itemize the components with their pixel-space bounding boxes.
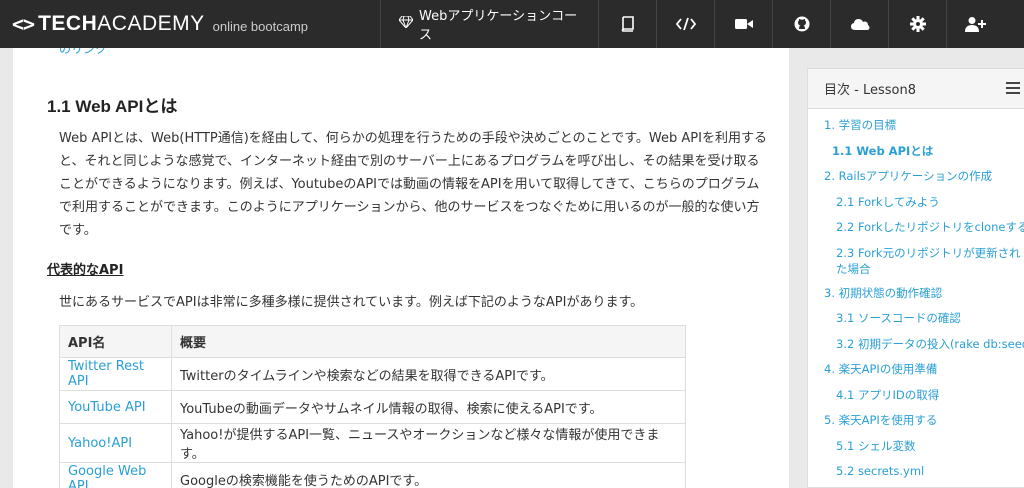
toc-item[interactable]: 2.3 Fork元のリポジトリが更新された場合 — [808, 241, 1024, 281]
video-icon[interactable] — [714, 0, 772, 48]
api-description: Yahoo!が提供するAPI一覧、ニュースやオークションなど様々な情報が使用でき… — [171, 423, 686, 463]
toc-item[interactable]: 5.2 secrets.yml — [808, 459, 1024, 485]
logo-academy-text: ACADEMY — [97, 12, 205, 35]
table-row: Twitter Rest API Twitterのタイムラインや検索などの結果を… — [59, 357, 686, 391]
github-icon[interactable] — [772, 0, 830, 48]
toc-title: 目次 - Lesson8 — [824, 83, 916, 98]
api-paragraph: 世にあるサービスでAPIは非常に多種多様に提供されています。例えば下記のようなA… — [59, 295, 644, 310]
toc-item[interactable]: 2.1 Forkしてみよう — [808, 190, 1024, 216]
book-icon[interactable] — [598, 0, 656, 48]
api-name-link[interactable]: Twitter Rest API — [59, 357, 172, 391]
toc-item[interactable]: 1. 学習の目標 — [808, 113, 1024, 139]
subheading: 代表的なAPI — [47, 263, 124, 278]
api-table: API名 概要 Twitter Rest API Twitterのタイムラインや… — [59, 325, 686, 488]
prev-section-link[interactable]: のリンク — [59, 48, 107, 57]
table-of-contents: 目次 - Lesson8 1. 学習の目標 1.1 Web APIとは 2. Rai… — [807, 68, 1024, 488]
toc-item[interactable]: 1.1 Web APIとは — [808, 139, 1024, 165]
logo-mark: <> — [12, 12, 35, 36]
api-description: Twitterのタイムラインや検索などの結果を取得できるAPIです。 — [171, 357, 686, 391]
toc-item[interactable]: 2. Railsアプリケーションの作成 — [808, 164, 1024, 190]
toc-header: 目次 - Lesson8 — [808, 69, 1024, 109]
column-header-summary: 概要 — [171, 325, 686, 358]
course-link[interactable]: Webアプリケーションコース — [380, 0, 598, 48]
gear-icon[interactable] — [888, 0, 946, 48]
logo-tech-text: TECH — [38, 12, 98, 35]
logo-subtitle: online bootcamp — [212, 18, 309, 34]
toc-item[interactable]: 4.1 アプリIDの取得 — [808, 383, 1024, 409]
table-row: Google Web API Googleの検索機能を使うためのAPIです。 — [59, 462, 686, 488]
column-header-api-name: API名 — [59, 325, 172, 358]
toc-list: 1. 学習の目標 1.1 Web APIとは 2. Railsアプリケーションの作成… — [808, 109, 1024, 485]
table-row: Yahoo!API Yahoo!が提供するAPI一覧、ニュースやオークションなど… — [59, 423, 686, 463]
lesson-content: のリンク 1.1 Web APIとは Web APIとは、Web(HTTP通信)… — [13, 48, 789, 488]
toc-item[interactable]: 3. 初期状態の動作確認 — [808, 281, 1024, 307]
add-user-icon[interactable] — [946, 0, 1004, 48]
toc-item[interactable]: 2.2 Forkしたリポジトリをcloneする — [808, 215, 1024, 241]
code-icon[interactable] — [656, 0, 714, 48]
table-header-row: API名 概要 — [59, 325, 686, 358]
api-name-link[interactable]: Yahoo!API — [59, 423, 172, 463]
toc-item[interactable]: 3.2 初期データの投入(rake db:seed) — [808, 332, 1024, 358]
toc-item[interactable]: 3.1 ソースコードの確認 — [808, 306, 1024, 332]
api-description: Googleの検索機能を使うためのAPIです。 — [171, 462, 686, 488]
gem-icon — [398, 15, 414, 32]
toc-item[interactable]: 5. 楽天APIを使用する — [808, 408, 1024, 434]
api-description: YouTubeの動画データやサムネイル情報の取得、検索に使えるAPIです。 — [171, 390, 686, 424]
api-name-link[interactable]: Google Web API — [59, 462, 172, 488]
toc-item[interactable]: 4. 楽天APIの使用準備 — [808, 357, 1024, 383]
techacademy-logo[interactable]: <> TECH ACADEMY online bootcamp — [0, 0, 380, 48]
toc-item[interactable]: 5.1 シェル変数 — [808, 434, 1024, 460]
top-navbar: <> TECH ACADEMY online bootcamp Webアプリケー… — [0, 0, 1024, 48]
section-title: 1.1 Web APIとは — [47, 97, 178, 116]
api-name-link[interactable]: YouTube API — [59, 390, 172, 424]
cloud-icon[interactable] — [830, 0, 888, 48]
table-row: YouTube API YouTubeの動画データやサムネイル情報の取得、検索に… — [59, 390, 686, 424]
course-label: Webアプリケーションコース — [419, 9, 578, 43]
left-gutter — [0, 48, 13, 488]
menu-icon[interactable] — [1006, 82, 1020, 94]
intro-paragraph: Web APIとは、Web(HTTP通信)を経由して、何らかの処理を行うための手… — [59, 131, 767, 238]
